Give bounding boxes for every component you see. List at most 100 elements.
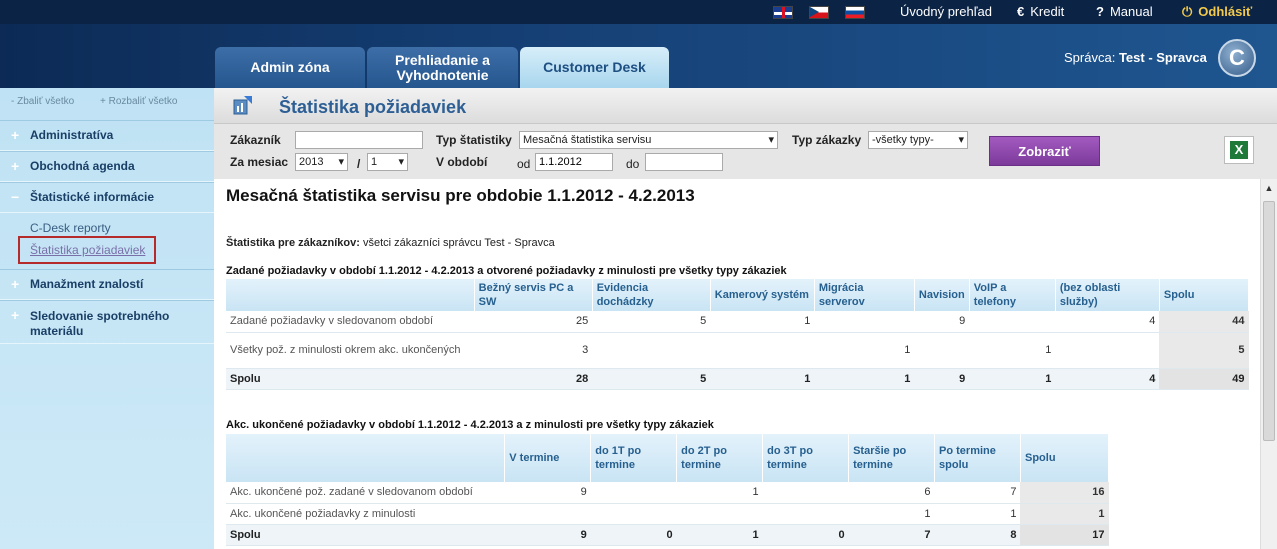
table1-title: Zadané požiadavky v období 1.1.2012 - 4.… [226,265,787,277]
table-cell: 8 [934,524,1021,546]
table-cell-sum: 17 [1020,524,1109,546]
selected-item-highlight [18,236,156,264]
sidebar-item-manazment[interactable]: + Manažment znalostí [0,269,214,300]
table2-header: do 3T po termine [762,434,850,482]
collapse-all-link[interactable]: - Zbaliť všetko [11,96,74,107]
table-cell: 9 [914,311,970,333]
table-cell: 9 [504,482,591,504]
table2: V termine do 1T po termine do 2T po term… [226,434,1110,546]
flag-uk-icon[interactable] [773,6,793,19]
table-cell [710,332,815,369]
row-label: Akc. ukončené pož. zadané v sledovanom o… [226,482,505,504]
table-row-total: Spolu 28 5 1 1 9 1 4 49 [226,368,1249,390]
table-cell [504,503,591,525]
excel-export-button[interactable]: X [1224,136,1254,164]
power-icon: ⏻ [1182,4,1193,19]
plus-icon: + [11,127,20,143]
manual-link[interactable]: ? Manual [1096,4,1153,19]
overview-link[interactable]: Úvodný prehľad [900,4,992,19]
title-bar: Štatistika požiadaviek [214,88,1277,124]
sidebar-item-label: Obchodná agenda [30,159,135,173]
logo-icon[interactable]: C [1218,39,1256,77]
table1-header-empty [226,279,475,311]
sidebar-item-label: Administratíva [30,128,114,142]
table-cell: 1 [848,503,935,525]
table-cell: 1 [814,368,915,390]
vertical-scrollbar[interactable]: ▲ [1260,179,1277,549]
tab-admin[interactable]: Admin zóna [215,47,365,88]
to-date-input[interactable] [645,153,723,171]
sidebar-item-label: Manažment znalostí [30,277,144,291]
row-label: Akc. ukončené požiadavky z minulosti [226,503,505,525]
tab-browse[interactable]: Prehliadanie a Vyhodnotenie [367,47,518,88]
scrollbar-thumb[interactable] [1263,201,1275,441]
admin-label-text: Správca: [1064,50,1116,65]
year-select[interactable]: 2013 [295,153,348,171]
table-row: Všetky pož. z minulosti okrem akc. ukonč… [226,332,1249,369]
tab-browse-line1: Prehliadanie a [395,51,490,68]
credit-link[interactable]: € Kredit [1017,4,1064,19]
table-cell: 9 [504,524,591,546]
sidebar-item-sledovanie[interactable]: + Sledovanie spotrebného materiálu [0,300,214,344]
table-row: Akc. ukončené požiadavky z minulosti 1 1… [226,503,1109,525]
table-cell [590,503,677,525]
show-button[interactable]: Zobraziť [989,136,1100,166]
table-cell [592,332,711,369]
table1: Bežný servis PC a SW Evidencia dochádzky… [226,279,1250,390]
table2-header-empty [226,434,506,482]
expand-all-link[interactable]: + Rozbaliť všetko [100,96,177,107]
order-type-label: Typ zákazky [792,133,862,147]
sidebar-item-label-line1: Sledovanie spotrebného [30,309,170,323]
row-label: Spolu [226,524,505,546]
logout-label: Odhlásiť [1198,4,1253,19]
from-date-input[interactable] [535,153,613,171]
table-cell: 6 [848,482,935,504]
table2-header: do 1T po termine [590,434,678,482]
table-row: Zadané požiadavky v sledovanom období 25… [226,311,1249,333]
table1-header: Spolu [1159,279,1250,311]
logout-link[interactable]: ⏻ Odhlásiť [1182,4,1252,20]
admin-label: Správca: Test - Spravca [1064,50,1207,65]
row-label: Všetky pož. z minulosti okrem akc. ukonč… [226,332,475,369]
sidebar-subitem-cdesk[interactable]: C-Desk reporty [30,221,111,235]
table-cell-sum: 1 [1020,503,1109,525]
order-type-select[interactable]: -všetky typy- [868,131,968,149]
table-cell [1055,332,1160,369]
table-cell-sum: 49 [1159,368,1249,390]
month-label: Za mesiac [230,155,289,169]
table-cell: 1 [676,524,763,546]
table-cell-sum: 44 [1159,311,1249,333]
header: Úvodný prehľad € Kredit ? Manual ⏻ Odhlásiť… [0,0,1277,88]
admin-name: Test - Spravca [1118,50,1207,65]
minus-icon: − [11,189,20,205]
sidebar-item-administrativa[interactable]: + Administratíva [0,120,214,151]
tab-customer-desk[interactable]: Customer Desk [520,47,669,88]
flag-cz-icon[interactable] [809,6,829,19]
table-cell: 28 [474,368,593,390]
month-select[interactable]: 1 [367,153,408,171]
table-cell: 1 [814,332,915,369]
table-cell [914,332,970,369]
table2-header: Staršie po termine [848,434,936,482]
manual-label: Manual [1109,4,1153,19]
table-cell: 1 [710,368,815,390]
customers-value: všetci zákazníci správcu Test - Spravca [362,237,555,249]
table-cell: 1 [676,482,763,504]
table-cell: 1 [969,368,1056,390]
table-cell: 0 [590,524,677,546]
row-label: Spolu [226,368,475,390]
scroll-up-icon[interactable]: ▲ [1261,183,1277,197]
sidebar-item-obchodna[interactable]: + Obchodná agenda [0,151,214,182]
table1-header-row: Bežný servis PC a SW Evidencia dochádzky… [226,279,1250,311]
question-icon: ? [1096,4,1104,19]
flag-sk-icon[interactable] [845,6,865,19]
stat-type-select[interactable]: Mesačná štatistika servisu [519,131,778,149]
statistics-icon [233,96,252,115]
plus-icon: + [11,158,20,174]
table-cell: 4 [1055,311,1160,333]
table-cell: 7 [934,482,1021,504]
table-cell [762,503,849,525]
customer-input[interactable] [295,131,423,149]
sidebar-item-statisticke[interactable]: − Štatistické informácie [0,182,214,213]
table-cell: 3 [474,332,593,369]
